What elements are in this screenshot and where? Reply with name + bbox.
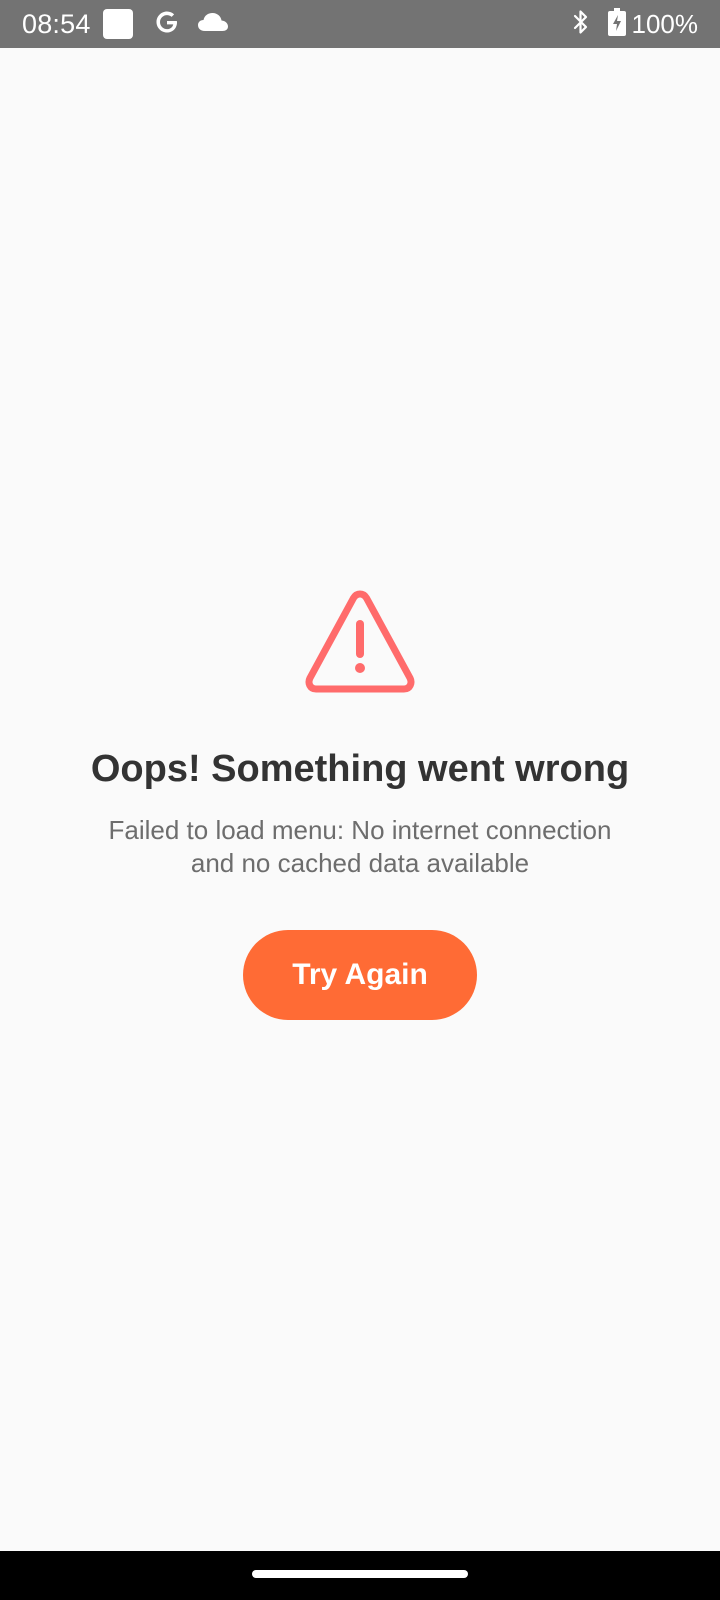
try-again-button[interactable]: Try Again <box>243 930 477 1020</box>
error-message: Failed to load menu: No internet connect… <box>80 814 640 880</box>
error-title: Oops! Something went wrong <box>90 748 630 790</box>
google-icon <box>133 8 181 41</box>
error-message-line-1: Failed to load menu: No internet connect… <box>108 815 612 845</box>
error-message-line-2: and no cached data available <box>190 848 530 878</box>
status-bar-left: 08:54 <box>22 8 229 41</box>
notification-square-icon <box>102 9 133 39</box>
battery-charging-icon <box>607 7 632 41</box>
status-time: 08:54 <box>22 8 91 39</box>
status-bar-right: 100% <box>570 7 699 41</box>
status-bar: 08:54 100% <box>0 0 720 48</box>
cloud-icon <box>181 11 229 38</box>
error-screen: Oops! Something went wrong Failed to loa… <box>0 48 720 1551</box>
bluetooth-icon <box>570 8 608 41</box>
battery-percentage: 100% <box>631 8 699 39</box>
navigation-bar <box>0 1551 720 1600</box>
home-gesture-handle[interactable] <box>252 1570 468 1578</box>
